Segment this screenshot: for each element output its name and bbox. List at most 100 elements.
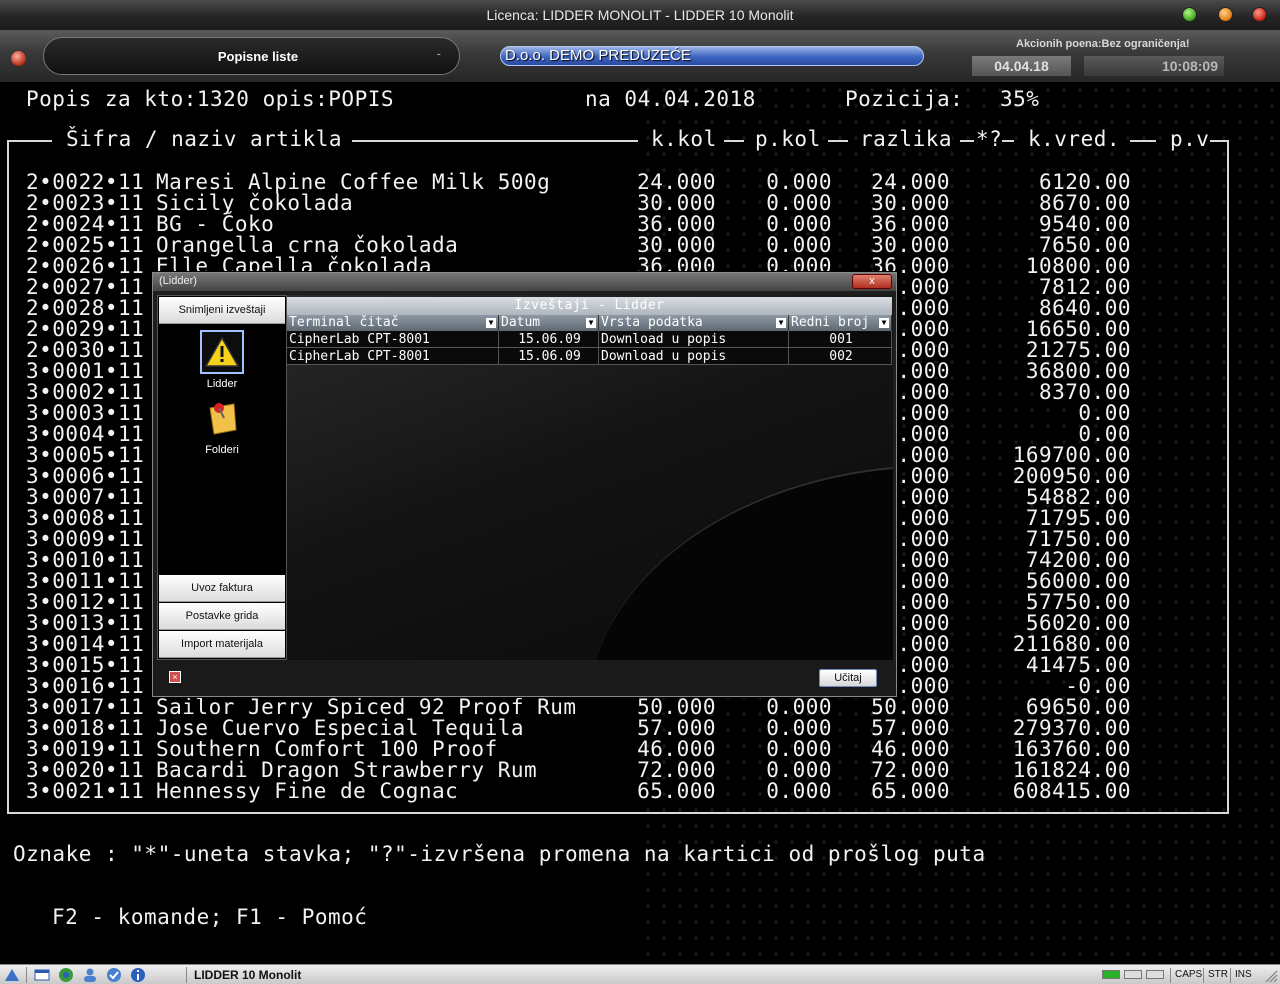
position-label: Pozicija: xyxy=(845,87,964,111)
row-razlika: 24.000 xyxy=(871,170,950,194)
row-code: 3•0011•11 xyxy=(26,569,145,593)
row-code: 3•0017•11 xyxy=(26,695,145,719)
grid-header-label: Vrsta podatka xyxy=(601,315,703,330)
grid-row[interactable]: CipherLab CPT-8001 15.06.09 Download u p… xyxy=(287,348,892,365)
grid-header-label: Terminal čitač xyxy=(289,315,399,330)
grid-cell-date: 15.06.09 xyxy=(499,348,599,365)
grid-header-label: Redni broj xyxy=(791,315,870,330)
col-header-sifra: Šifra / naziv artikla xyxy=(66,127,343,151)
grid-cell-date: 15.06.09 xyxy=(499,331,599,348)
grid-header-number[interactable]: Redni broj ▼ xyxy=(789,315,892,331)
dialog-content: Izveštaji - Lidder Terminal čitač ▼ Datum… xyxy=(287,295,893,660)
maximize-button[interactable] xyxy=(1218,7,1233,22)
row-name: Sicily čokolada xyxy=(156,191,354,215)
row-pkol: 0.000 xyxy=(766,779,832,803)
row-code: 2•0029•11 xyxy=(26,317,145,341)
row-code: 2•0024•11 xyxy=(26,212,145,236)
row-name: Southern Comfort 100 Proof xyxy=(156,737,498,761)
row-razlika: 30.000 xyxy=(871,191,950,215)
col-header-marks: *? xyxy=(976,127,1003,151)
row-kvred: 71795.00 xyxy=(1025,506,1131,530)
row-kvred: 36800.00 xyxy=(1025,359,1131,383)
status-led-icon xyxy=(1146,970,1164,979)
row-razlika: 50.000 xyxy=(871,695,950,719)
import-invoices-button[interactable]: Uvoz faktura xyxy=(159,575,285,602)
row-kvred: 169700.00 xyxy=(1012,443,1131,467)
row-kvred: 56000.00 xyxy=(1025,569,1131,593)
close-window-button[interactable] xyxy=(1252,7,1267,22)
row-code: 3•0021•11 xyxy=(26,779,145,803)
frame-line xyxy=(7,140,52,142)
globe-icon[interactable] xyxy=(58,967,74,983)
row-kvred: 8670.00 xyxy=(1038,191,1131,215)
dropdown-arrow-icon[interactable]: ▼ xyxy=(586,318,596,328)
info-icon[interactable] xyxy=(130,967,146,983)
frame-line xyxy=(1210,140,1229,142)
cancel-x-icon[interactable]: × xyxy=(169,671,181,683)
dialog-close-button[interactable]: x xyxy=(852,274,892,289)
dropdown-arrow-icon[interactable]: ▼ xyxy=(879,318,889,328)
load-button[interactable]: Učitaj xyxy=(819,669,877,687)
window-icon[interactable] xyxy=(34,967,50,983)
warning-icon[interactable] xyxy=(200,330,244,374)
row-kkol: 30.000 xyxy=(637,233,716,257)
check-shield-icon[interactable] xyxy=(106,967,122,983)
status-led-green-icon xyxy=(1102,970,1120,979)
dropdown-arrow-icon[interactable]: ▼ xyxy=(776,318,786,328)
col-header-razlika: razlika xyxy=(860,127,953,151)
module-selector[interactable]: Popisne liste - xyxy=(43,37,460,75)
row-code: 3•0012•11 xyxy=(26,590,145,614)
row-razlika: 36.000 xyxy=(871,212,950,236)
network-icon[interactable] xyxy=(4,967,20,983)
dialog-titlebar: (Lidder) x xyxy=(153,273,896,291)
col-header-kkol: k.kol xyxy=(651,127,717,151)
dropdown-arrow-icon[interactable]: ▼ xyxy=(486,318,496,328)
minimize-button[interactable] xyxy=(1182,7,1197,22)
user-icon[interactable] xyxy=(82,967,98,983)
row-kvred: 71750.00 xyxy=(1025,527,1131,551)
saved-reports-button[interactable]: Snimljeni izveštaji xyxy=(159,297,285,324)
row-kkol: 50.000 xyxy=(637,695,716,719)
taskbar: LIDDER 10 Monolit CAPS STR INS xyxy=(0,964,1280,984)
grid-settings-button[interactable]: Postavke grida xyxy=(159,603,285,630)
row-kvred: -0.00 xyxy=(1065,674,1131,698)
dialog-footer: × Učitaj xyxy=(153,661,896,696)
row-name: Maresi Alpine Coffee Milk 500g xyxy=(156,170,551,194)
import-materials-button[interactable]: Import materijala xyxy=(159,631,285,658)
grid-cell-type: Download u popis xyxy=(599,348,789,365)
col-header-pv: p.v xyxy=(1170,127,1210,151)
app-header: Popisne liste - D.o.o. DEMO PREDUZEĆE Ak… xyxy=(0,31,1280,82)
row-code: 3•0015•11 xyxy=(26,653,145,677)
ins-indicator: INS xyxy=(1230,968,1252,983)
row-pkol: 0.000 xyxy=(766,716,832,740)
row-code: 2•0022•11 xyxy=(26,170,145,194)
legend-text: Oznake : "*"-uneta stavka; "?"-izvršena … xyxy=(13,842,986,866)
row-kvred: 7650.00 xyxy=(1038,233,1131,257)
row-kvred: 279370.00 xyxy=(1012,716,1131,740)
row-code: 3•0005•11 xyxy=(26,443,145,467)
frame-line xyxy=(1130,140,1156,142)
row-kvred: 9540.00 xyxy=(1038,212,1131,236)
row-code: 2•0028•11 xyxy=(26,296,145,320)
folder-note-icon[interactable] xyxy=(200,396,244,440)
row-code: 3•0002•11 xyxy=(26,380,145,404)
resize-grip-icon[interactable] xyxy=(1262,967,1278,983)
row-pkol: 0.000 xyxy=(766,758,832,782)
row-kkol: 57.000 xyxy=(637,716,716,740)
grid-cell-number: 002 xyxy=(789,348,892,365)
row-pkol: 0.000 xyxy=(766,737,832,761)
grid-cell-number: 001 xyxy=(789,331,892,348)
row-code: 2•0026•11 xyxy=(26,254,145,278)
frame-line xyxy=(828,140,848,142)
row-kvred: 8640.00 xyxy=(1038,296,1131,320)
grid-row[interactable]: CipherLab CPT-8001 15.06.09 Download u p… xyxy=(287,331,892,348)
row-code: 3•0013•11 xyxy=(26,611,145,635)
grid-header-date[interactable]: Datum ▼ xyxy=(499,315,599,331)
grid-header-type[interactable]: Vrsta podatka ▼ xyxy=(599,315,789,331)
row-name: Orangella crna čokolada xyxy=(156,233,459,257)
taskbar-app-name[interactable]: LIDDER 10 Monolit xyxy=(194,968,301,982)
app-menu-orb-icon[interactable] xyxy=(10,50,27,67)
row-kvred: 0.00 xyxy=(1078,401,1131,425)
grid-header-terminal[interactable]: Terminal čitač ▼ xyxy=(287,315,499,331)
caps-indicator: CAPS xyxy=(1170,968,1202,983)
